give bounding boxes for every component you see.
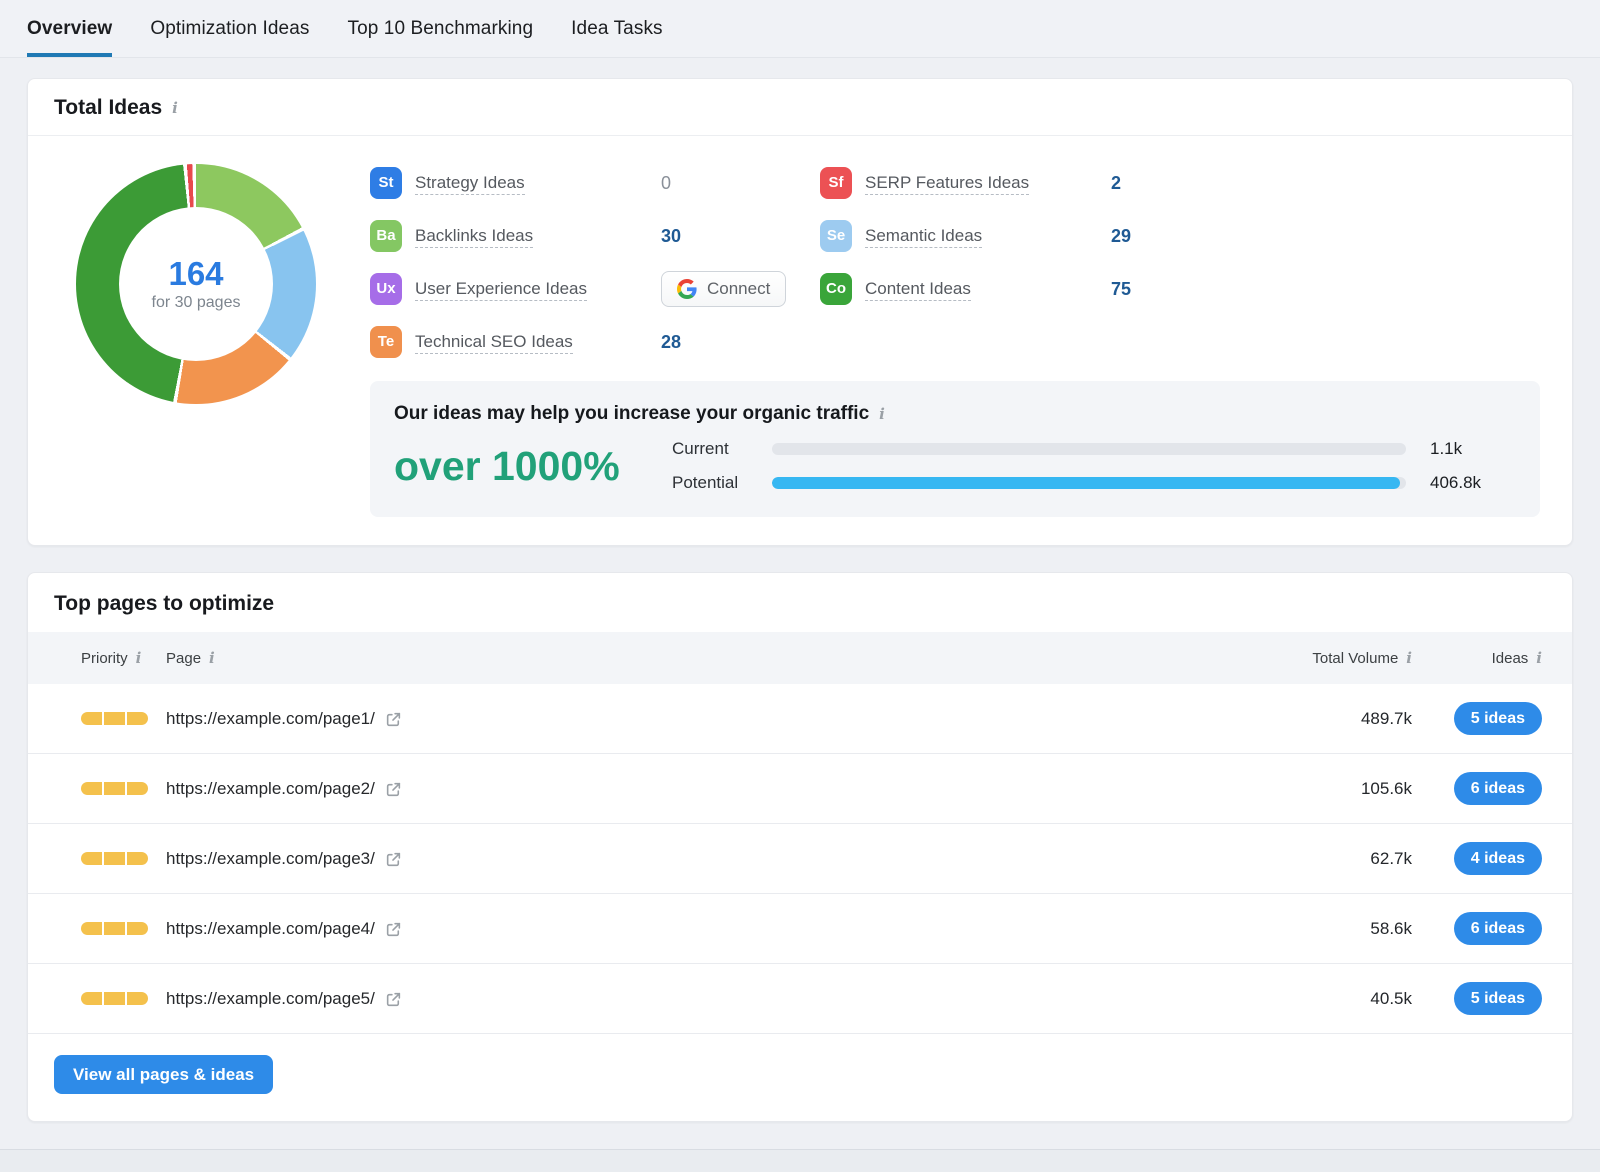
page-url[interactable]: https://example.com/page2/: [166, 779, 375, 799]
ideas-count-button[interactable]: 5 ideas: [1454, 982, 1542, 1015]
priority-indicator: [81, 992, 148, 1005]
current-traffic-bar: [772, 443, 1406, 455]
total-volume-value: 489.7k: [1232, 709, 1412, 729]
traffic-increase-highlight: over 1000%: [394, 443, 672, 490]
priority-indicator: [81, 712, 148, 725]
semantic-ideas-count: 29: [1111, 226, 1131, 247]
idea-category-user-experience: Ux User Experience Ideas: [370, 268, 820, 310]
content-ideas-count: 75: [1111, 279, 1131, 300]
info-icon[interactable]: i: [136, 651, 142, 666]
donut-center-label: for 30 pages: [152, 294, 241, 312]
table-row: https://example.com/page2/ 105.6k 6 idea…: [28, 754, 1572, 824]
potential-traffic-row: Potential 406.8k: [672, 473, 1512, 493]
priority-indicator: [81, 852, 148, 865]
idea-category-strategy: St Strategy Ideas 0: [370, 162, 820, 204]
content-ideas-link[interactable]: Content Ideas: [865, 279, 971, 301]
strategy-badge-icon: St: [370, 167, 402, 199]
current-traffic-row: Current 1.1k: [672, 439, 1512, 459]
table-row: https://example.com/page3/ 62.7k 4 ideas: [28, 824, 1572, 894]
info-icon[interactable]: i: [172, 101, 178, 116]
donut-center: 164 for 30 pages: [119, 207, 273, 361]
serp-features-badge-icon: Sf: [820, 167, 852, 199]
priority-column-header: Priority: [81, 650, 128, 667]
footer-strip: [0, 1149, 1600, 1172]
serp-features-ideas-count: 2: [1111, 173, 1121, 194]
info-icon[interactable]: i: [1536, 651, 1542, 666]
potential-traffic-label: Potential: [672, 473, 772, 493]
idea-category-technical-seo: Te Technical SEO Ideas 28: [370, 321, 820, 363]
ideas-count-button[interactable]: 6 ideas: [1454, 912, 1542, 945]
google-connect-button[interactable]: Connect: [661, 271, 786, 307]
tab-overview[interactable]: Overview: [27, 0, 112, 57]
backlinks-ideas-link[interactable]: Backlinks Ideas: [415, 226, 533, 248]
technical-seo-ideas-count: 28: [661, 332, 681, 353]
idea-category-semantic: Se Semantic Ideas 29: [820, 215, 1542, 257]
potential-traffic-bar: [772, 477, 1406, 489]
table-row: https://example.com/page4/ 58.6k 6 ideas: [28, 894, 1572, 964]
tab-bar: Overview Optimization Ideas Top 10 Bench…: [0, 0, 1600, 58]
backlinks-badge-icon: Ba: [370, 220, 402, 252]
total-volume-value: 62.7k: [1232, 849, 1412, 869]
total-volume-value: 58.6k: [1232, 919, 1412, 939]
backlinks-ideas-count: 30: [661, 226, 681, 247]
idea-category-content: Co Content Ideas 75: [820, 268, 1542, 310]
user-experience-badge-icon: Ux: [370, 273, 402, 305]
page-url[interactable]: https://example.com/page5/: [166, 989, 375, 1009]
tab-optimization-ideas[interactable]: Optimization Ideas: [150, 0, 309, 57]
idea-category-serp-features: Sf SERP Features Ideas 2: [820, 162, 1542, 204]
info-icon[interactable]: i: [209, 651, 215, 666]
priority-indicator: [81, 782, 148, 795]
ideas-count-button[interactable]: 6 ideas: [1454, 772, 1542, 805]
total-ideas-card: Total Ideas i 164 for 30 pages St Strate…: [27, 78, 1573, 546]
total-volume-column-header: Total Volume: [1312, 650, 1398, 667]
technical-seo-badge-icon: Te: [370, 326, 402, 358]
connect-button-label: Connect: [707, 279, 770, 299]
info-icon[interactable]: i: [879, 407, 885, 422]
strategy-ideas-count: 0: [661, 173, 671, 194]
strategy-ideas-link[interactable]: Strategy Ideas: [415, 173, 525, 195]
user-experience-ideas-link[interactable]: User Experience Ideas: [415, 279, 587, 301]
tab-top-10-benchmarking[interactable]: Top 10 Benchmarking: [347, 0, 533, 57]
external-link-icon[interactable]: [385, 781, 402, 798]
external-link-icon[interactable]: [385, 921, 402, 938]
external-link-icon[interactable]: [385, 851, 402, 868]
view-all-pages-button[interactable]: View all pages & ideas: [54, 1055, 273, 1094]
page-url[interactable]: https://example.com/page3/: [166, 849, 375, 869]
current-traffic-label: Current: [672, 439, 772, 459]
external-link-icon[interactable]: [385, 711, 402, 728]
table-header-row: Priority i Page i Total Volume i Ideas i: [28, 632, 1572, 684]
external-link-icon[interactable]: [385, 991, 402, 1008]
total-ideas-donut-chart: 164 for 30 pages: [76, 164, 316, 404]
page-column-header: Page: [166, 650, 201, 667]
semantic-badge-icon: Se: [820, 220, 852, 252]
traffic-panel-title: Our ideas may help you increase your org…: [394, 403, 869, 425]
tab-idea-tasks[interactable]: Idea Tasks: [571, 0, 662, 57]
total-volume-value: 40.5k: [1232, 989, 1412, 1009]
top-pages-title: Top pages to optimize: [54, 592, 274, 616]
ideas-count-button[interactable]: 4 ideas: [1454, 842, 1542, 875]
total-volume-value: 105.6k: [1232, 779, 1412, 799]
ideas-count-button[interactable]: 5 ideas: [1454, 702, 1542, 735]
potential-traffic-value: 406.8k: [1430, 473, 1512, 493]
organic-traffic-panel: Our ideas may help you increase your org…: [370, 381, 1540, 517]
table-row: https://example.com/page5/ 40.5k 5 ideas: [28, 964, 1572, 1034]
ideas-column-header: Ideas: [1492, 650, 1529, 667]
page-url[interactable]: https://example.com/page4/: [166, 919, 375, 939]
google-g-icon: [677, 279, 697, 299]
top-pages-card: Top pages to optimize Priority i Page i …: [27, 572, 1573, 1122]
content-badge-icon: Co: [820, 273, 852, 305]
page-url[interactable]: https://example.com/page1/: [166, 709, 375, 729]
table-row: https://example.com/page1/ 489.7k 5 idea…: [28, 684, 1572, 754]
idea-category-backlinks: Ba Backlinks Ideas 30: [370, 215, 820, 257]
donut-total-value: 164: [168, 256, 223, 292]
total-ideas-title: Total Ideas: [54, 96, 162, 120]
current-traffic-value: 1.1k: [1430, 439, 1512, 459]
technical-seo-ideas-link[interactable]: Technical SEO Ideas: [415, 332, 573, 354]
total-ideas-header: Total Ideas i: [28, 79, 1572, 136]
semantic-ideas-link[interactable]: Semantic Ideas: [865, 226, 982, 248]
priority-indicator: [81, 922, 148, 935]
serp-features-ideas-link[interactable]: SERP Features Ideas: [865, 173, 1029, 195]
